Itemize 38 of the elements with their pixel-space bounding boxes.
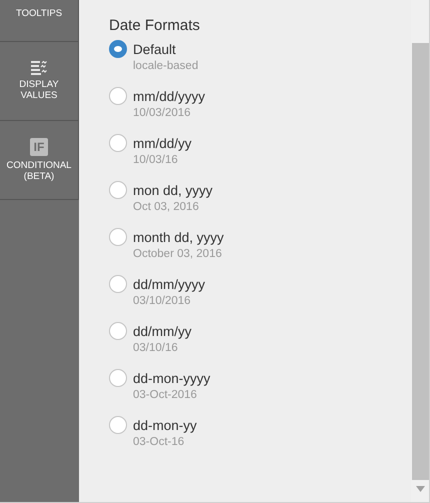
option-label: mm/dd/yy bbox=[133, 136, 192, 151]
option-label: dd/mm/yy bbox=[133, 324, 192, 339]
tab-label: TOOLTIPS bbox=[16, 8, 62, 19]
option-example: locale-based bbox=[133, 60, 198, 72]
sidebar-tab[interactable]: DISPLAY VALUES bbox=[0, 42, 79, 121]
scrollbar-thumb[interactable] bbox=[412, 43, 428, 480]
radio-button[interactable] bbox=[109, 322, 127, 340]
option-example: 03-Oct-16 bbox=[133, 436, 186, 448]
radio-button[interactable] bbox=[109, 369, 127, 387]
tab-label: CONDITIONAL (BETA) bbox=[6, 160, 72, 182]
option-example: 10/03/2016 bbox=[133, 107, 192, 119]
option-example: 03/10/16 bbox=[133, 342, 179, 354]
radio-button[interactable] bbox=[109, 181, 127, 199]
radio-button[interactable] bbox=[109, 416, 127, 434]
option-example: 10/03/16 bbox=[133, 154, 179, 166]
sliders-icon bbox=[31, 61, 47, 75]
option-label: dd/mm/yyyy bbox=[133, 277, 206, 292]
option-label: mon dd, yyyy bbox=[133, 183, 213, 198]
option-label: Default bbox=[133, 42, 177, 57]
sidebar-tab[interactable]: IF CONDITIONAL (BETA) bbox=[0, 121, 79, 200]
if-icon: IF bbox=[30, 138, 48, 156]
radio-button[interactable] bbox=[109, 40, 127, 58]
section-title: Date Formats bbox=[109, 17, 201, 34]
radio-button[interactable] bbox=[109, 228, 127, 246]
option-example: October 03, 2016 bbox=[133, 248, 223, 260]
option-label: mm/dd/yyyy bbox=[133, 89, 206, 104]
option-example: Oct 03, 2016 bbox=[133, 201, 200, 213]
option-label: month dd, yyyy bbox=[133, 230, 224, 245]
sidebar-tab[interactable]: TOOLTIPS bbox=[0, 0, 79, 42]
radio-button[interactable] bbox=[109, 134, 127, 152]
tab-label: DISPLAY VALUES bbox=[18, 79, 60, 101]
option-example: 03-Oct-2016 bbox=[133, 389, 198, 401]
option-label: dd-mon-yyyy bbox=[133, 371, 210, 386]
option-example: 03/10/2016 bbox=[133, 295, 192, 307]
option-label: dd-mon-yy bbox=[133, 418, 197, 433]
radio-button[interactable] bbox=[109, 87, 127, 105]
radio-button[interactable] bbox=[109, 275, 127, 293]
scroll-down-icon[interactable] bbox=[416, 486, 424, 492]
